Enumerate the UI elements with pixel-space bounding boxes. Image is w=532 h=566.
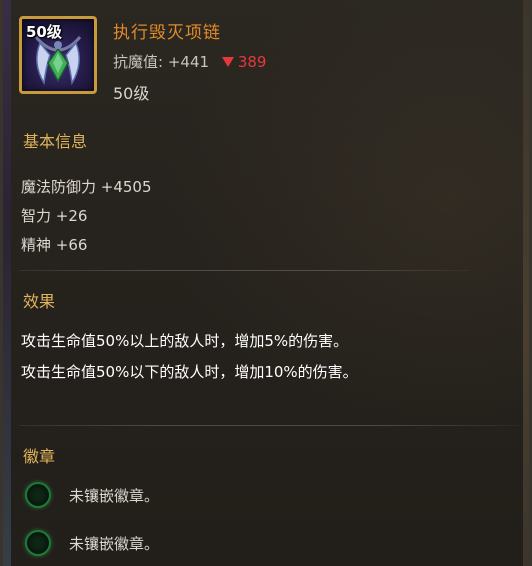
empty-badge-socket-icon[interactable]	[25, 530, 51, 556]
section-title-badges: 徽章	[23, 447, 56, 466]
magic-resist-delta: 389	[237, 53, 267, 71]
stat-line: 魔法防御力 +4505	[21, 178, 152, 196]
badge-slot-label: 未镶嵌徽章。	[69, 535, 160, 553]
stat-line: 精神 +66	[21, 236, 88, 254]
item-tooltip: 50级 执行毁灭项链 抗魔值: +441 389 50级 基本信息 魔法防御力 …	[0, 0, 532, 566]
badge-slot-label: 未镶嵌徽章。	[69, 487, 160, 505]
item-name: 执行毁灭项链	[113, 23, 221, 43]
item-level-badge: 50级	[26, 23, 62, 41]
divider	[19, 270, 469, 271]
required-level: 50级	[113, 84, 150, 103]
section-title-basic-info: 基本信息	[23, 132, 88, 151]
stat-line: 智力 +26	[21, 207, 88, 225]
empty-badge-socket-icon[interactable]	[25, 482, 51, 508]
background-strip-left	[3, 0, 11, 566]
divider	[19, 425, 519, 426]
effect-line: 攻击生命值50%以下的敌人时，增加10%的伤害。	[21, 363, 358, 381]
magic-resist-line: 抗魔值: +441 389	[113, 51, 266, 72]
decrease-arrow-icon	[221, 56, 234, 67]
effect-line: 攻击生命值50%以上的敌人时，增加5%的伤害。	[21, 332, 349, 350]
item-header: 50级 执行毁灭项链 抗魔值: +441 389 50级	[19, 16, 513, 110]
magic-resist-value: +441	[167, 53, 210, 71]
necklace-icon: 50级	[19, 16, 97, 94]
section-title-effects: 效果	[23, 292, 56, 311]
magic-resist-label: 抗魔值:	[113, 53, 164, 71]
background-strip-right	[523, 0, 529, 566]
